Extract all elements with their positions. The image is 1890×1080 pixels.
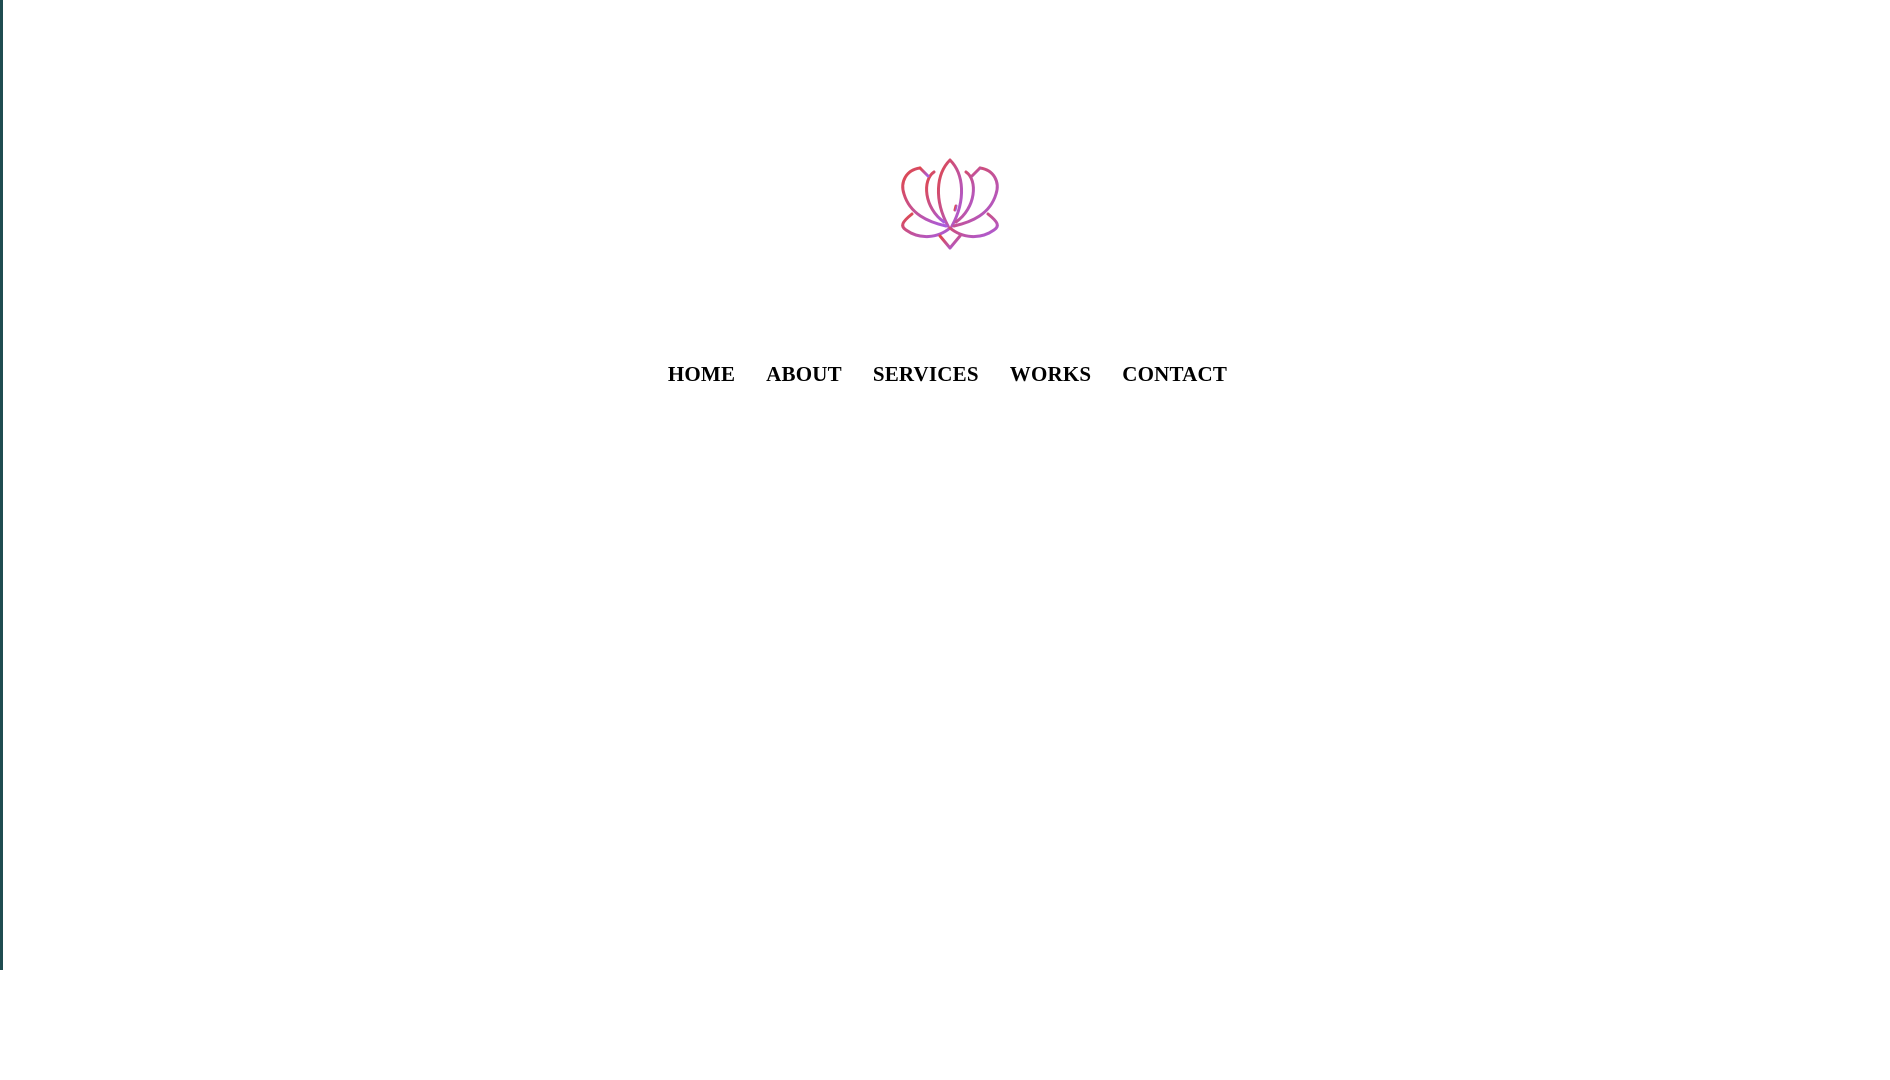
nav-services-link[interactable]: SERVICES [873,360,979,388]
nav-contact-link[interactable]: CONTACT [1122,360,1227,388]
nav-works-link[interactable]: WORKS [1010,360,1092,388]
page: HOME ABOUT SERVICES WORKS CONTACT [0,0,1890,1080]
main-nav: HOME ABOUT SERVICES WORKS CONTACT [0,360,1890,388]
lotus-icon [901,158,999,250]
left-edge-strip [0,0,3,970]
nav-home-link[interactable]: HOME [668,360,735,388]
nav-about-link[interactable]: ABOUT [766,360,842,388]
logo[interactable] [898,156,1002,252]
